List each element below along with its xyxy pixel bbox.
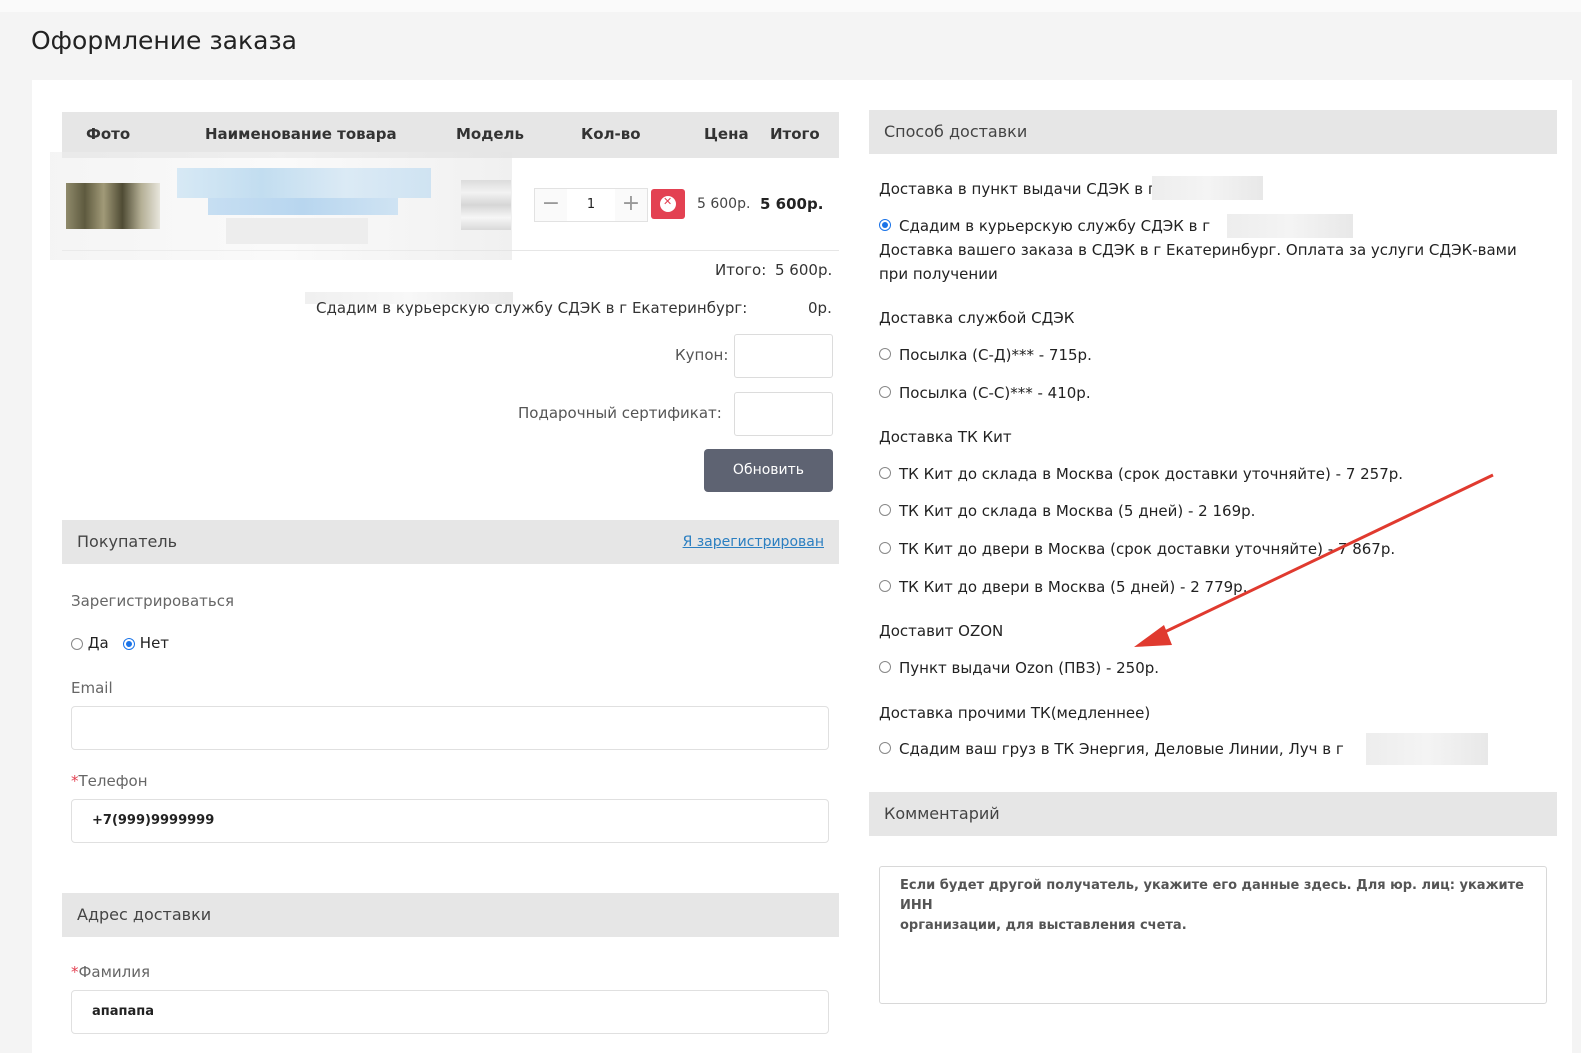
delivery-option-label[interactable]: Посылка (С-С)*** - 410р. xyxy=(899,384,1091,402)
delivery-radio[interactable] xyxy=(879,742,891,754)
minus-icon[interactable]: − xyxy=(535,189,567,221)
comment-section-header: Комментарий xyxy=(869,792,1557,836)
top-bar xyxy=(0,0,1581,12)
delivery-note: Доставка вашего заказа в СДЭК в г Екатер… xyxy=(879,241,1517,259)
col-model: Модель xyxy=(456,125,524,143)
delivery-group-title: Доставка прочими ТК(медленнее) xyxy=(879,704,1151,722)
lastname-field[interactable]: апапапа xyxy=(71,990,829,1034)
register-label: Зарегистрироваться xyxy=(71,592,235,610)
lastname-label: Фамилия xyxy=(78,963,151,981)
quantity-input[interactable]: 1 xyxy=(567,189,615,221)
delivery-option[interactable]: Сдадим в курьерскую службу СДЭК в г xyxy=(879,217,1210,235)
col-price: Цена xyxy=(704,125,749,143)
product-photo[interactable] xyxy=(66,183,160,229)
lastname-label-wrap: *Фамилия xyxy=(71,963,150,981)
address-section-header: Адрес доставки xyxy=(62,893,839,937)
delivery-option-label[interactable]: Посылка (С-Д)*** - 715р. xyxy=(899,346,1092,364)
delivery-group-title: Доставит OZON xyxy=(879,622,1004,640)
gift-certificate-input[interactable] xyxy=(734,392,833,436)
item-total: 5 600р. xyxy=(760,195,824,213)
delivery-group-title: Доставка в пункт выдачи СДЭК в г xyxy=(879,180,1156,198)
quantity-stepper[interactable]: − 1 + xyxy=(534,188,648,222)
subtotal-value: 5 600р. xyxy=(775,261,833,279)
col-total: Итого xyxy=(770,125,820,143)
delivery-option[interactable]: Сдадим ваш груз в ТК Энергия, Деловые Ли… xyxy=(879,740,1344,758)
register-no-radio[interactable] xyxy=(123,637,136,650)
buyer-title: Покупатель xyxy=(77,532,178,551)
register-yes-label[interactable]: Да xyxy=(88,634,109,652)
register-yes-radio[interactable] xyxy=(71,637,83,650)
delivery-group-title: Доставка службой СДЭК xyxy=(879,309,1075,327)
redacted-city xyxy=(1152,176,1263,200)
phone-label-wrap: *Телефон xyxy=(71,772,148,790)
required-marker: * xyxy=(71,772,79,790)
page-title: Оформление заказа xyxy=(31,26,298,55)
delivery-section-header: Способ доставки xyxy=(869,110,1557,154)
register-no-label[interactable]: Нет xyxy=(140,634,169,652)
product-model-redacted xyxy=(461,180,511,230)
redacted-city xyxy=(1227,214,1353,238)
register-options: Да Нет xyxy=(71,634,169,652)
redacted-city xyxy=(1366,733,1488,765)
col-name: Наименование товара xyxy=(205,125,397,143)
delivery-option[interactable]: Пункт выдачи Ozon (ПВЗ) - 250р. xyxy=(879,659,1159,677)
delivery-radio[interactable] xyxy=(879,542,891,554)
required-marker: * xyxy=(71,963,79,981)
product-name-redacted xyxy=(208,198,398,215)
item-price: 5 600р. xyxy=(697,196,751,212)
phone-field[interactable]: +7(999)9999999 xyxy=(71,799,829,843)
annotation-arrow-icon xyxy=(1134,473,1494,647)
comment-placeholder: Если будет другой получатель, укажите ег… xyxy=(900,878,1524,913)
delivery-option-label[interactable]: Сдадим в курьерскую службу СДЭК в г xyxy=(899,217,1210,235)
address-title: Адрес доставки xyxy=(77,905,212,924)
plus-icon[interactable]: + xyxy=(615,189,647,221)
delivery-option[interactable]: Посылка (С-Д)*** - 715р. xyxy=(879,346,1092,364)
email-label: Email xyxy=(71,679,113,697)
delivery-radio[interactable] xyxy=(879,219,891,231)
delivery-radio[interactable] xyxy=(879,348,891,360)
delivery-radio[interactable] xyxy=(879,504,891,516)
delivery-radio[interactable] xyxy=(879,661,891,673)
comment-placeholder: организации, для выставления счета. xyxy=(900,918,1187,933)
comment-title: Комментарий xyxy=(884,804,1000,823)
col-photo: Фото xyxy=(86,125,131,143)
delivery-option-label[interactable]: Сдадим ваш груз в ТК Энергия, Деловые Ли… xyxy=(899,740,1344,758)
update-button[interactable]: Обновить xyxy=(704,449,833,492)
buyer-section-header: Покупатель Я зарегистрирован xyxy=(62,520,839,564)
shipping-value: 0р. xyxy=(808,299,832,317)
close-icon: ✕ xyxy=(663,195,673,208)
delivery-option-label[interactable]: Пункт выдачи Ozon (ПВЗ) - 250р. xyxy=(899,659,1159,677)
product-name-redacted xyxy=(226,218,368,244)
subtotal-label: Итого: xyxy=(715,261,767,279)
comment-textarea[interactable]: Если будет другой получатель, укажите ег… xyxy=(879,866,1547,1004)
delivery-radio[interactable] xyxy=(879,467,891,479)
col-qty: Кол-во xyxy=(581,125,641,143)
delivery-option[interactable]: Посылка (С-С)*** - 410р. xyxy=(879,384,1091,402)
coupon-label: Купон: xyxy=(675,346,729,364)
coupon-input[interactable] xyxy=(734,334,833,378)
delivery-radio[interactable] xyxy=(879,580,891,592)
product-name-redacted[interactable] xyxy=(177,168,431,198)
delivery-title: Способ доставки xyxy=(884,122,1028,141)
email-field[interactable] xyxy=(71,706,829,750)
delivery-radio[interactable] xyxy=(879,386,891,398)
delivery-group-title: Доставка ТК Кит xyxy=(879,428,1012,446)
remove-item-button[interactable]: ✕ xyxy=(651,189,685,219)
registered-link[interactable]: Я зарегистрирован xyxy=(683,534,824,550)
shipping-label: Сдадим в курьерскую службу СДЭК в г Екат… xyxy=(316,299,748,317)
gift-certificate-label: Подарочный сертификат: xyxy=(518,404,722,422)
delivery-note: при получении xyxy=(879,265,998,283)
phone-label: Телефон xyxy=(78,772,148,790)
